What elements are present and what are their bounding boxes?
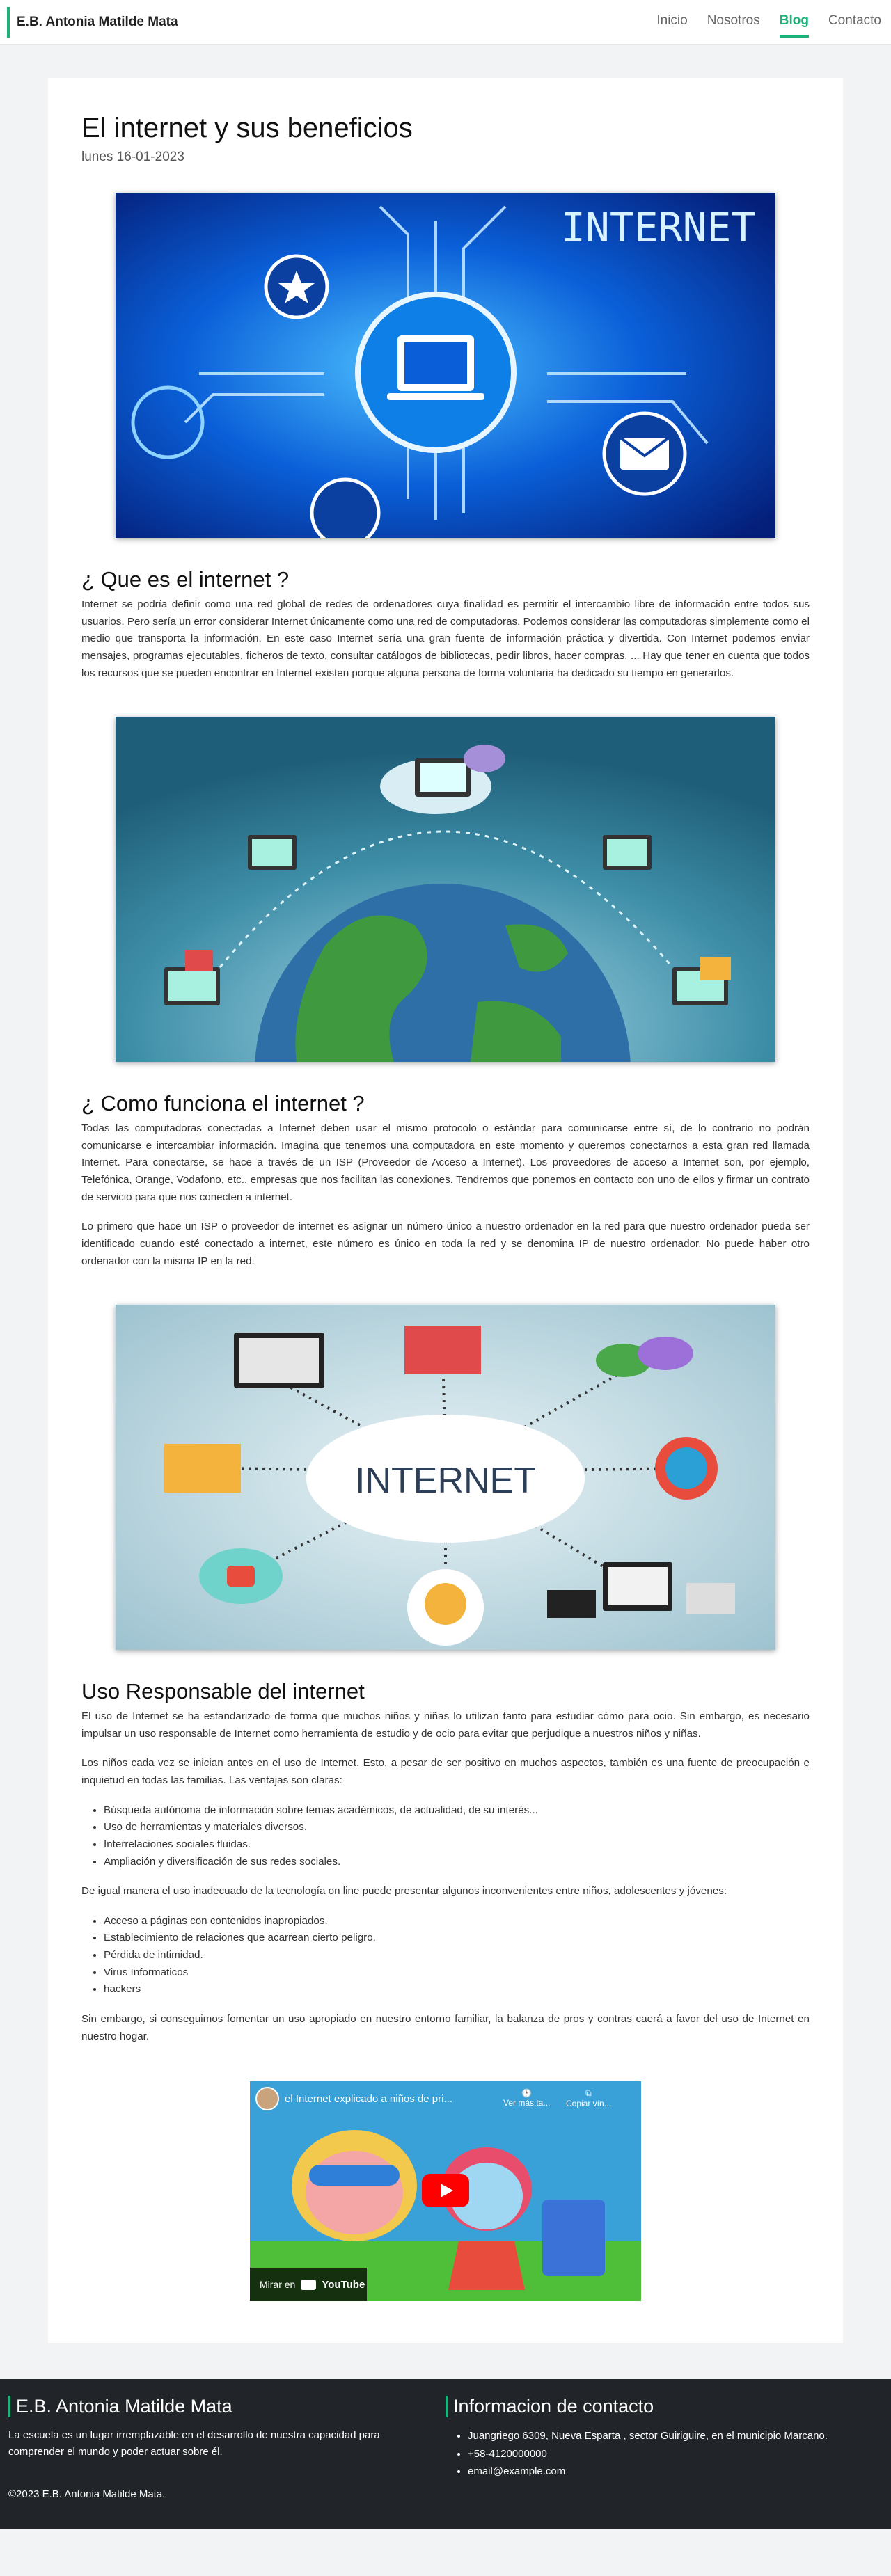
section-uso-text-3: De igual manera el uso inadecuado de la … (81, 1885, 727, 1898)
article-card: El internet y sus beneficios lunes 16-01… (48, 78, 843, 2344)
inconvenientes-list: Acceso a páginas con contenidos inapropi… (104, 1913, 810, 1998)
nav-inicio[interactable]: Inicio (656, 6, 687, 38)
copyright: ©2023 E.B. Antonia Matilde Mata. (8, 2488, 166, 2501)
hero-internet-text: INTERNET (561, 204, 755, 251)
brand[interactable]: E.B. Antonia Matilde Mata (7, 6, 178, 38)
nav-blog[interactable]: Blog (779, 6, 809, 38)
section-title-como-funciona: ¿ Como funciona el internet ? (81, 1091, 365, 1116)
section-uso-text-1: El uso de Internet se ha estandarizado d… (81, 1710, 810, 1740)
internet-diagram-image: INTERNET (116, 1305, 775, 1651)
footer-school-name: E.B. Antonia Matilde Mata (8, 2396, 446, 2418)
clock-icon: 🕒 (521, 2088, 533, 2099)
contact-list: Juangriego 6309, Nueva Esparta , sector … (468, 2427, 883, 2481)
video-title[interactable]: el Internet explicado a niños de pri... (255, 2087, 452, 2111)
footer-contact: Informacion de contacto Juangriego 6309,… (446, 2396, 883, 2481)
nav-contacto[interactable]: Contacto (828, 6, 881, 38)
section-como-funciona-text-2: Lo primero que hace un ISP o proveedor d… (81, 1221, 810, 1267)
list-item: hackers (104, 1981, 810, 1998)
list-item: Virus Informaticos (104, 1964, 810, 1982)
footer-description: La escuela es un lugar irremplazable en … (8, 2429, 380, 2458)
contact-email[interactable]: email@example.com (468, 2463, 883, 2481)
brand-name[interactable]: E.B. Antonia Matilde Mata (17, 15, 178, 30)
channel-avatar[interactable] (255, 2087, 279, 2111)
navbar: E.B. Antonia Matilde Mata Inicio Nosotro… (0, 0, 891, 45)
list-item: Interrelaciones sociales fluidas. (104, 1836, 810, 1854)
diagram-internet-label: INTERNET (355, 1461, 536, 1501)
play-icon[interactable] (422, 2174, 469, 2208)
global-network-image (116, 717, 775, 1063)
section-uso-text-2: Los niños cada vez se inician antes en e… (81, 1757, 810, 1786)
section-que-es-text: Internet se podría definir como una red … (81, 598, 810, 679)
copy-link-button[interactable]: ⧉ Copiar vín... (566, 2088, 611, 2108)
section-title-uso-responsable: Uso Responsable del internet (81, 1679, 365, 1704)
list-item: Establecimiento de relaciones que acarre… (104, 1930, 810, 1947)
brand-accent-bar (7, 6, 10, 38)
nav-nosotros[interactable]: Nosotros (707, 6, 760, 38)
contact-phone[interactable]: +58-4120000000 (468, 2445, 883, 2463)
youtube-video-embed[interactable]: el Internet explicado a niños de pri... … (250, 2081, 641, 2302)
internet-hero-image: INTERNET (116, 193, 775, 538)
list-item: Pérdida de intimidad. (104, 1947, 810, 1964)
watch-on-youtube-button[interactable]: Mirar en YouTube (250, 2268, 367, 2302)
article-date: lunes 16-01-2023 (81, 150, 184, 164)
article-title: El internet y sus beneficios (81, 113, 413, 143)
footer-about: E.B. Antonia Matilde Mata La escuela es … (8, 2396, 446, 2481)
footer-contact-title: Informacion de contacto (446, 2396, 883, 2418)
list-item: Uso de herramientas y materiales diverso… (104, 1819, 810, 1836)
copy-icon: ⧉ (585, 2088, 592, 2099)
youtube-logo-icon (301, 2279, 317, 2290)
list-item: Ampliación y diversificación de sus rede… (104, 1854, 810, 1871)
list-item: Acceso a páginas con contenidos inapropi… (104, 1913, 810, 1930)
section-como-funciona-text-1: Todas las computadoras conectadas a Inte… (81, 1122, 810, 1203)
watch-later-button[interactable]: 🕒 Ver más ta... (503, 2088, 550, 2108)
ventajas-list: Búsqueda autónoma de información sobre t… (104, 1802, 810, 1871)
section-title-que-es: ¿ Que es el internet ? (81, 567, 290, 591)
section-uso-text-4: Sin embargo, si conseguimos fomentar un … (81, 2012, 810, 2042)
nav-links: Inicio Nosotros Blog Contacto (656, 6, 881, 38)
footer: E.B. Antonia Matilde Mata La escuela es … (0, 2379, 891, 2530)
list-item: Búsqueda autónoma de información sobre t… (104, 1802, 810, 1820)
contact-address: Juangriego 6309, Nueva Esparta , sector … (468, 2427, 883, 2445)
